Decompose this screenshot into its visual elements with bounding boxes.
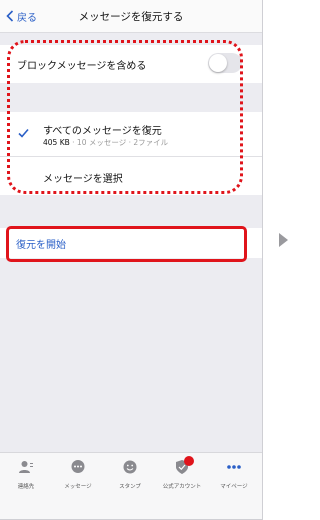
- phone-screen: 戻る メッセージを復元する ブロックメッセージを含める すべてのメッセージを復元…: [0, 0, 263, 520]
- tab-official-accounts[interactable]: 公式アカウント: [156, 456, 208, 490]
- chat-bubble-icon: [71, 460, 85, 473]
- tab-label: 連絡先: [17, 484, 35, 490]
- more-dots-icon: [227, 465, 241, 469]
- tab-my-page[interactable]: マイページ: [208, 459, 260, 490]
- tab-label: マイページ: [220, 484, 248, 490]
- navigation-bar: 戻る メッセージを復元する: [0, 0, 262, 33]
- tab-messages[interactable]: メッセージ: [52, 459, 104, 490]
- tab-label: メッセージ: [64, 484, 92, 490]
- tab-label: スタンプ: [119, 484, 141, 490]
- annotation-solid-highlight: [6, 226, 247, 262]
- person-icon: [19, 461, 33, 473]
- page-title: メッセージを復元する: [78, 11, 184, 23]
- notification-badge: [184, 456, 194, 466]
- annotation-dotted-highlight: [7, 40, 243, 194]
- tab-stickers[interactable]: スタンプ: [104, 459, 156, 490]
- smiley-icon: [123, 460, 137, 474]
- next-step-arrow-icon: [279, 233, 288, 247]
- tab-label: 公式アカウント: [162, 484, 202, 490]
- tab-bar: 連絡先 メッセージ スタンプ 公式アカウント マイページ: [0, 452, 262, 519]
- tab-contacts[interactable]: 連絡先: [0, 459, 52, 490]
